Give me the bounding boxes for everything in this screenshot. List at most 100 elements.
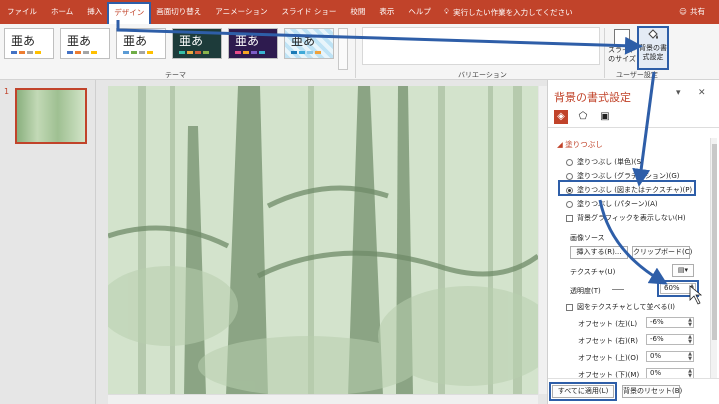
offset-right-value: -6%: [650, 335, 664, 343]
pane-footer: すべてに適用(L) 背景のリセット(B): [548, 378, 719, 404]
transparency-slider[interactable]: [612, 289, 624, 290]
slide-canvas[interactable]: [108, 86, 538, 396]
fill-bucket-icon[interactable]: ◈: [554, 110, 568, 124]
customize-group-label: ユーザー設定: [616, 71, 658, 79]
offset-left-spinner[interactable]: -6% ▲ ▼: [646, 317, 694, 328]
tell-me-box[interactable]: 💡︎ 実行したい作業を入力してください: [444, 7, 573, 18]
group-divider: [604, 28, 605, 78]
radio-icon: [566, 200, 573, 208]
spinner-arrows-icon[interactable]: ▲ ▼: [688, 369, 692, 379]
slide-vertical-scrollbar[interactable]: [539, 86, 547, 394]
theme-thumbnail[interactable]: 亜あ: [116, 28, 166, 59]
tab-file[interactable]: ファイル: [0, 0, 44, 24]
fill-solid-label: 塗りつぶし (単色)(S): [577, 158, 644, 166]
tab-animations[interactable]: アニメーション: [208, 0, 274, 24]
lightbulb-icon: 💡︎: [443, 7, 450, 16]
fill-section-label: 塗りつぶし: [565, 140, 603, 149]
highlight-apply-all: [549, 382, 617, 401]
ribbon-body: 亜あ 亜あ 亜あ 亜あ 亜あ 亜あ テーマ バリエーション スライドのサイズ 背…: [0, 24, 719, 80]
pane-scrollbar[interactable]: [710, 138, 717, 400]
hide-background-graphics-label: 背景グラフィックを表示しない(H): [577, 214, 686, 222]
theme-sample-text: 亜あ: [179, 34, 204, 48]
offset-top-value: 0%: [650, 352, 662, 360]
tab-home[interactable]: ホーム: [44, 0, 80, 24]
fill-solid-option[interactable]: 塗りつぶし (単色)(S): [566, 157, 644, 167]
tile-as-texture-label: 図をテクスチャとして並べる(I): [577, 303, 676, 311]
theme-sample-text: 亜あ: [235, 34, 260, 48]
share-label: 共有: [690, 7, 705, 16]
pentagon-effects-icon[interactable]: ⬠: [576, 110, 590, 124]
collapse-triangle-icon: ◢: [557, 140, 566, 149]
theme-thumbnail[interactable]: 亜あ: [172, 28, 222, 59]
slide-number: 1: [4, 87, 10, 96]
slide-horizontal-scrollbar[interactable]: [108, 394, 538, 404]
texture-picker-button[interactable]: ▤▾: [672, 264, 694, 277]
format-background-label: 背景の書式設定: [639, 44, 667, 61]
themes-gallery-scroll[interactable]: [338, 28, 348, 70]
tell-me-text: 実行したい作業を入力してください: [453, 7, 573, 17]
offset-left-value: -6%: [650, 318, 664, 326]
highlight-picture-option: [558, 180, 696, 196]
spinner-arrows-icon[interactable]: ▲ ▼: [688, 318, 692, 328]
tab-insert[interactable]: 挿入: [80, 0, 109, 24]
themes-group-label: テーマ: [165, 71, 186, 79]
pane-title: 背景の書式設定: [554, 91, 631, 104]
image-source-label: 画像ソース: [570, 234, 605, 242]
fill-section-header[interactable]: ◢ 塗りつぶし: [557, 139, 603, 150]
slide-size-icon: [614, 29, 630, 47]
pane-options-chevron-icon[interactable]: ▾: [676, 88, 681, 98]
variations-gallery[interactable]: [362, 27, 600, 65]
picture-icon[interactable]: ▣: [598, 110, 612, 124]
slide-thumbnail[interactable]: [15, 88, 87, 144]
spinner-arrows-icon[interactable]: ▲ ▼: [688, 352, 692, 362]
transparency-label: 透明度(T): [570, 287, 601, 295]
reset-background-button[interactable]: 背景のリセット(B): [622, 385, 682, 398]
theme-sample-text: 亜あ: [67, 34, 92, 48]
theme-sample-text: 亜あ: [123, 34, 148, 48]
texture-label: テクスチャ(U): [570, 268, 616, 276]
offset-top-spinner[interactable]: 0% ▲ ▼: [646, 351, 694, 362]
pane-scroll-thumb[interactable]: [712, 144, 717, 340]
fill-pattern-label: 塗りつぶし (パターン)(A): [577, 200, 658, 208]
tab-design[interactable]: デザイン: [107, 2, 152, 26]
paint-bucket-icon: [648, 29, 658, 39]
tab-help[interactable]: ヘルプ: [401, 0, 438, 24]
radio-icon: [566, 158, 573, 166]
fill-pattern-option[interactable]: 塗りつぶし (パターン)(A): [566, 199, 658, 209]
checkbox-icon: [566, 214, 573, 222]
highlight-transparency: [657, 280, 699, 297]
variations-group-label: バリエーション: [458, 71, 507, 79]
spinner-arrows-icon[interactable]: ▲ ▼: [688, 335, 692, 345]
texture-swatch-icon: ▤▾: [677, 266, 689, 274]
forest-background-image: [108, 86, 538, 396]
ribbon-tabs-bar: ファイル ホーム 挿入 デザイン 画面切り替え アニメーション スライド ショー…: [0, 0, 719, 26]
theme-thumbnail[interactable]: 亜あ: [4, 28, 54, 59]
tab-view[interactable]: 表示: [372, 0, 401, 24]
offset-top-label: オフセット (上)(O): [578, 354, 639, 362]
slide-thumbnails-pane: 1: [0, 80, 96, 404]
slide-size-button[interactable]: スライドのサイズ: [608, 46, 636, 64]
theme-thumbnail[interactable]: 亜あ: [284, 28, 334, 59]
theme-thumbnail[interactable]: 亜あ: [228, 28, 278, 59]
tile-as-texture-option[interactable]: 図をテクスチャとして並べる(I): [566, 302, 675, 312]
clipboard-button[interactable]: クリップボード(C): [632, 246, 692, 259]
share-button[interactable]: ☺ 共有: [679, 0, 705, 24]
offset-right-spinner[interactable]: -6% ▲ ▼: [646, 334, 694, 345]
theme-thumbnail[interactable]: 亜あ: [60, 28, 110, 59]
theme-sample-text: 亜あ: [291, 34, 316, 48]
pane-divider: [548, 127, 719, 128]
powerpoint-window: ファイル ホーム 挿入 デザイン 画面切り替え アニメーション スライド ショー…: [0, 0, 719, 404]
checkbox-icon: [566, 303, 573, 311]
insert-picture-button[interactable]: 挿入する(R)...: [570, 246, 628, 259]
tab-transitions[interactable]: 画面切り替え: [149, 0, 208, 24]
offset-right-label: オフセット (右)(R): [578, 337, 639, 345]
pane-category-icons: ◈ ⬠ ▣: [554, 110, 612, 124]
tab-slideshow[interactable]: スライド ショー: [274, 0, 343, 24]
group-divider: [355, 28, 356, 78]
format-background-pane: 背景の書式設定 ▾ ✕ ◈ ⬠ ▣ ◢ 塗りつぶし 塗りつぶし (単色)(S) …: [547, 80, 719, 404]
tab-review[interactable]: 校閲: [343, 0, 372, 24]
hide-background-graphics-option[interactable]: 背景グラフィックを表示しない(H): [566, 213, 686, 223]
close-icon[interactable]: ✕: [698, 88, 706, 98]
person-icon: ☺: [679, 7, 687, 16]
theme-sample-text: 亜あ: [11, 34, 36, 48]
